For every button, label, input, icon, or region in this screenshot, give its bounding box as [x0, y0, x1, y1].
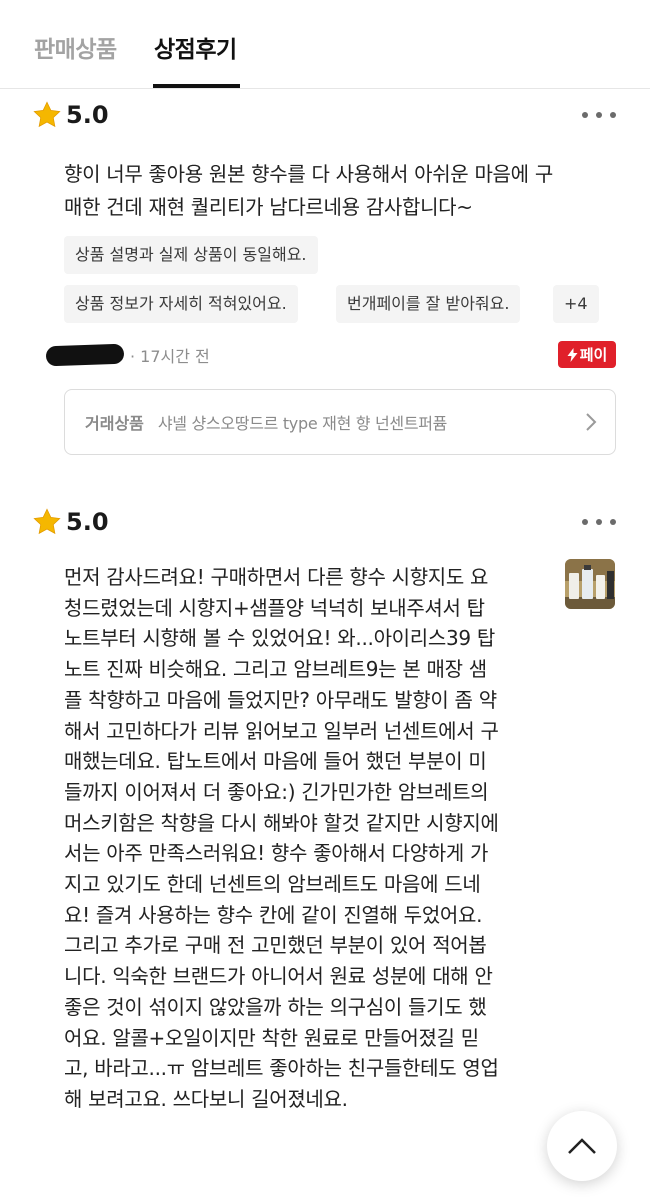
tab-reviews[interactable]: 상점후기	[154, 30, 237, 64]
review-text: 향이 너무 좋아용 원본 향수를 다 사용해서 아쉬운 마음에 구 매한 건데 …	[64, 162, 553, 219]
pay-badge: 페이	[558, 341, 616, 368]
tab-products[interactable]: 판매상품	[34, 30, 117, 64]
product-label: 거래상품	[85, 414, 144, 433]
review-photo[interactable]	[565, 559, 615, 609]
review-text: 먼저 감사드려요! 구매하면서 다른 향수 시향지도 요 청드렸었는데 시향지+…	[64, 565, 499, 1111]
tab-bar: 판매상품 상점후기	[0, 0, 650, 89]
perfume-photo	[565, 559, 615, 609]
rating-value: 5.0	[66, 508, 109, 536]
review-rating: 5.0	[32, 97, 109, 133]
traded-product-link[interactable]: 거래상품 샤넬 샹스오땅드르 type 재현 향 넌센트퍼퓸	[64, 389, 616, 455]
star-icon	[33, 508, 61, 535]
review-rating: 5.0	[32, 504, 109, 540]
review-meta: · 17시간 전	[45, 343, 210, 367]
chevron-up-icon	[568, 1138, 596, 1154]
lightning-icon	[567, 347, 578, 362]
scroll-to-top-button[interactable]	[547, 1111, 617, 1181]
redacted-username	[45, 343, 125, 367]
review-tag: 상품 설명과 실제 상품이 동일해요.	[64, 236, 318, 274]
more-tags-button[interactable]: +4	[553, 285, 599, 323]
product-name: 샤넬 샹스오땅드르 type 재현 향 넌센트퍼퓸	[157, 414, 448, 433]
chevron-right-icon	[586, 413, 597, 431]
review-tag: 상품 정보가 자세히 적혀있어요.	[64, 285, 298, 323]
review-time: · 17시간 전	[130, 347, 210, 366]
review-tag: 번개페이를 잘 받아줘요.	[336, 285, 521, 323]
rating-value: 5.0	[66, 101, 109, 129]
more-icon[interactable]	[582, 517, 616, 527]
star-icon	[33, 101, 61, 128]
more-icon[interactable]	[582, 110, 616, 120]
active-tab-indicator	[153, 84, 240, 88]
